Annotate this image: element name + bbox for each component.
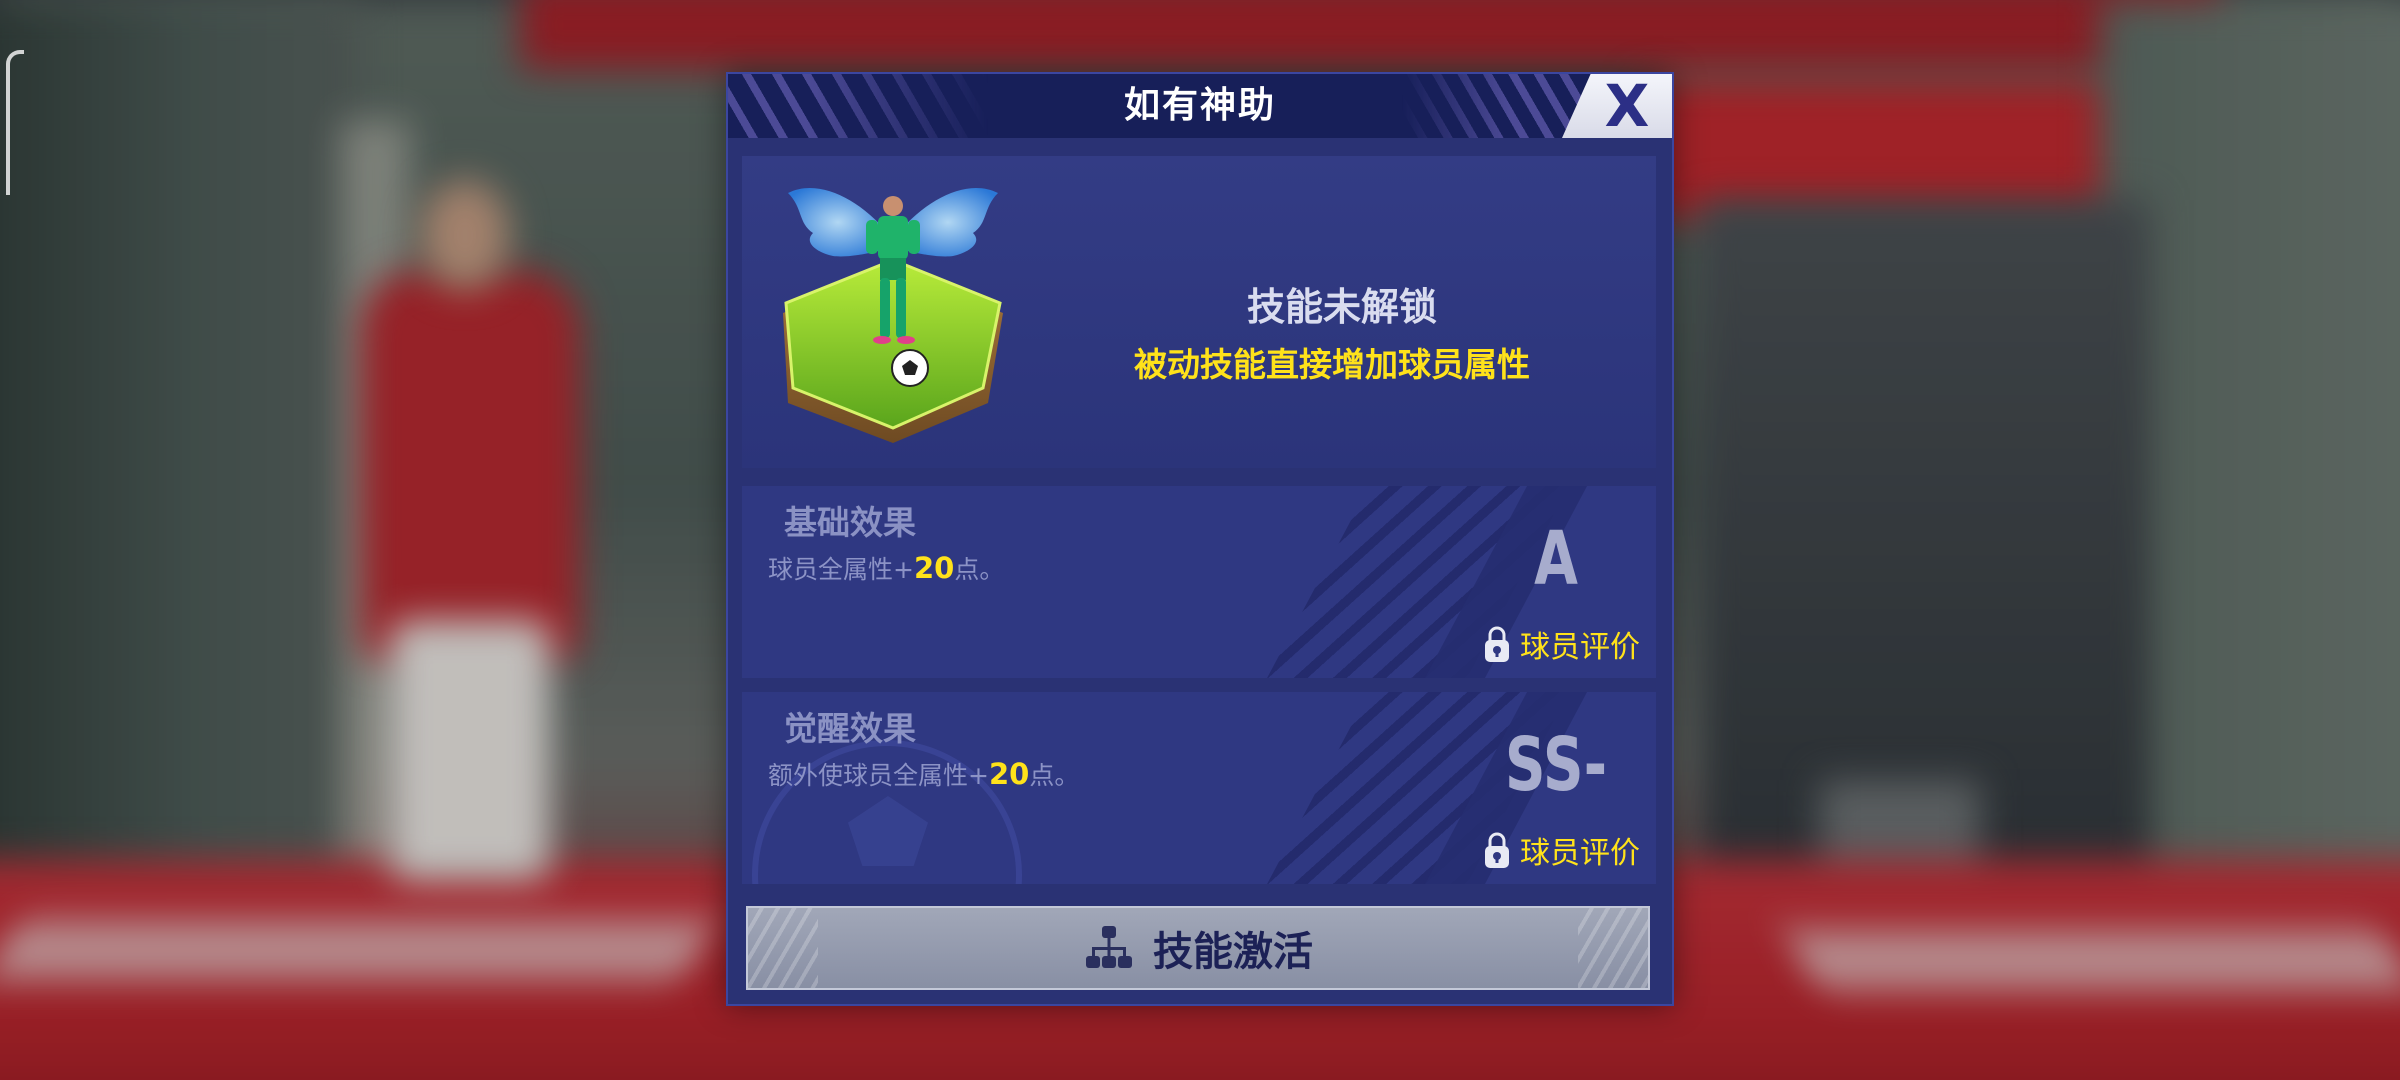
base-effect-value: 20: [913, 551, 955, 585]
dialog-title-bar: 如有神助 X: [728, 74, 1672, 138]
base-effect-prefix: 球员全属性+: [768, 555, 914, 584]
skill-tree-icon: [1086, 926, 1132, 968]
lock-icon: [1485, 832, 1509, 868]
base-effect-panel: 基础效果 球员全属性+20点。 A 球员评价: [742, 486, 1656, 678]
base-effect-suffix: 点。: [954, 555, 1005, 584]
lock-icon: [1485, 626, 1509, 662]
awaken-effect-title: 觉醒效果: [784, 709, 916, 748]
awaken-effect-prefix: 额外使球员全属性+: [768, 761, 989, 790]
close-icon: X: [1604, 74, 1650, 138]
base-effect-title: 基础效果: [784, 503, 916, 542]
activate-skill-label: 技能激活: [1153, 929, 1313, 975]
awaken-required-grade: SS-: [1504, 722, 1608, 808]
skill-info-panel: 技能未解锁 被动技能直接增加球员属性: [742, 156, 1656, 468]
awaken-effect-text: 额外使球员全属性+20点。: [768, 756, 1079, 792]
awaken-effect-suffix: 点。: [1029, 761, 1080, 790]
awaken-rating-requirement: 球员评价: [1482, 828, 1640, 872]
skill-dialog: 如有神助 X 技能未解锁 被动技能直接增加球员属性 基础效果 球员全属性+20点…: [726, 72, 1674, 1006]
skill-status-title: 技能未解锁: [1246, 285, 1437, 329]
awaken-effect-panel: 觉醒效果 额外使球员全属性+20点。 SS- 球员评价: [742, 692, 1656, 884]
side-drawer-handle[interactable]: [6, 50, 24, 195]
skill-icon: [783, 187, 1003, 443]
base-effect-text: 球员全属性+20点。: [768, 550, 1004, 586]
base-rating-label: 球员评价: [1520, 630, 1640, 665]
awaken-effect-value: 20: [988, 757, 1030, 791]
dialog-title: 如有神助: [1123, 85, 1276, 126]
awaken-rating-label: 球员评价: [1520, 836, 1640, 871]
skill-status-description: 被动技能直接增加球员属性: [1134, 345, 1530, 384]
activate-skill-button[interactable]: 技能激活: [746, 906, 1650, 990]
base-required-grade: A: [1534, 516, 1578, 602]
base-rating-requirement: 球员评价: [1482, 622, 1640, 666]
